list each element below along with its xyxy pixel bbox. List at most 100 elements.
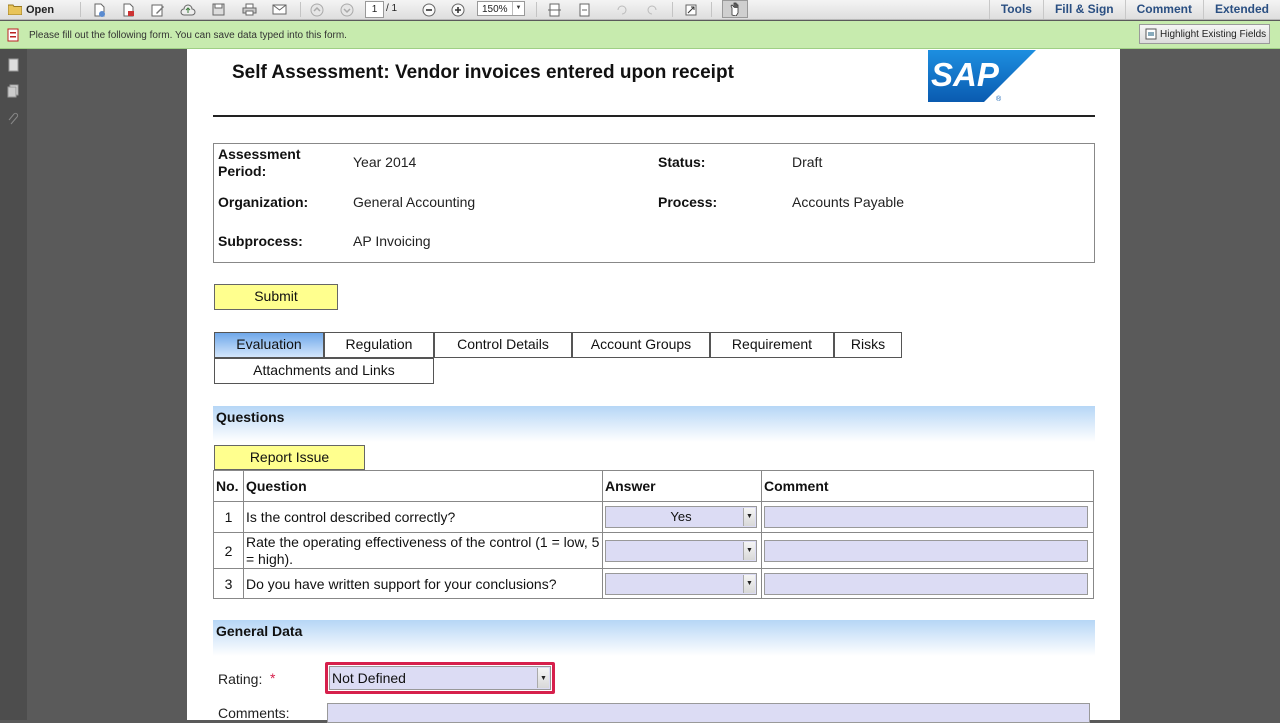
svg-text:SAP: SAP [931,56,1000,93]
next-page-icon[interactable] [337,0,357,19]
navigation-pane [0,49,27,720]
period-label-line1: Assessment [218,146,301,162]
submit-button[interactable]: Submit [214,284,338,310]
page-count: / 1 [386,3,398,14]
separator [672,2,673,17]
cloud-upload-icon[interactable] [178,0,198,19]
highlight-fields-button[interactable]: Highlight Existing Fields [1139,24,1270,44]
email-icon[interactable] [269,0,289,19]
process-value: Accounts Payable [792,194,905,210]
row-number: 3 [213,568,244,599]
rating-dropdown[interactable]: Not Defined ▼ [325,662,555,694]
create-icon[interactable] [90,0,108,19]
question-text: Is the control described correctly? [242,501,604,533]
question-text: Rate the operating effectiveness of the … [242,532,604,569]
rating-field: Not Defined ▼ [329,666,551,690]
comment-input[interactable] [763,506,1088,528]
column-header-question: Question [242,470,604,502]
table-header-row: No. Question Answer Comment [213,470,1095,502]
tab-attachments-links[interactable]: Attachments and Links [214,358,434,384]
status-value: Draft [792,154,823,170]
title-divider [213,115,1095,117]
questions-heading: Questions [216,409,285,425]
table-row: 3 Do you have written support for your c… [213,568,1095,599]
chevron-down-icon: ▼ [743,574,755,593]
column-header-comment: Comment [760,470,1095,502]
previous-page-icon[interactable] [307,0,327,19]
column-header-no: No. [213,470,244,502]
folder-icon [8,4,22,15]
zoom-out-icon[interactable] [419,0,439,19]
comment-link[interactable]: Comment [1124,0,1203,19]
column-header-answer: Answer [602,470,762,502]
highlight-icon [1145,28,1157,40]
tab-risks[interactable]: Risks [834,332,902,358]
save-icon[interactable] [209,0,227,19]
chevron-down-icon: ▼ [512,2,524,15]
organization-value: General Accounting [353,194,476,210]
period-label-line2: Period: [218,163,267,179]
row-number: 1 [213,501,244,533]
subprocess-label: Subprocess: [218,233,303,249]
rotate-left-icon[interactable] [612,0,632,19]
organization-label: Organization: [218,194,309,210]
fit-width-icon[interactable] [574,0,594,19]
answer-dropdown[interactable]: Yes ▼ [605,506,757,528]
edit-icon[interactable] [149,0,167,19]
attachment-icon[interactable] [7,112,20,126]
questions-table: No. Question Answer Comment 1 Is the con… [213,470,1095,599]
page-thumbnails-icon[interactable] [7,58,20,72]
pdf-icon[interactable] [119,0,137,19]
rating-value: Not Defined [332,670,406,686]
general-data-section-header: General Data [213,620,1095,656]
questions-section-header: Questions [213,406,1095,442]
comments-input[interactable] [327,703,1090,723]
tab-control-details[interactable]: Control Details [434,332,572,358]
notification-text: Please fill out the following form. You … [29,30,347,41]
process-label: Process: [658,194,718,210]
zoom-select[interactable]: 150% ▼ [477,1,525,16]
toolbar: Open 1 / 1 150% ▼ Tools Fill & Sign Comme… [0,0,1280,20]
hand-tool-icon[interactable] [722,0,748,18]
page-number-input[interactable]: 1 [365,1,384,18]
answer-value: Yes [670,509,692,524]
tab-evaluation[interactable]: Evaluation [214,332,324,358]
svg-text:®: ® [996,95,1002,102]
open-button[interactable]: Open [8,0,54,19]
comment-input[interactable] [763,539,1088,562]
bookmarks-icon[interactable] [7,84,20,98]
answer-dropdown[interactable]: ▼ [605,572,757,595]
zoom-in-icon[interactable] [448,0,468,19]
separator [80,2,81,17]
general-data-heading: General Data [216,623,303,639]
extended-link[interactable]: Extended [1202,0,1280,19]
form-icon [7,28,19,42]
answer-dropdown[interactable]: ▼ [605,539,757,562]
zoom-value: 150% [482,4,508,15]
chevron-down-icon: ▼ [743,508,755,526]
expand-icon[interactable] [681,0,701,19]
fit-page-icon[interactable] [544,0,564,19]
fill-sign-link[interactable]: Fill & Sign [1042,0,1125,19]
tools-link[interactable]: Tools [988,0,1043,19]
tab-account-groups[interactable]: Account Groups [572,332,710,358]
period-value: Year 2014 [353,154,417,170]
comment-input[interactable] [763,572,1088,595]
rotate-right-icon[interactable] [642,0,662,19]
table-row: 1 Is the control described correctly? Ye… [213,501,1095,533]
form-notification-bar: Please fill out the following form. You … [0,21,1280,49]
tab-requirement[interactable]: Requirement [710,332,834,358]
print-icon[interactable] [239,0,259,19]
separator [300,2,301,17]
page-title: Self Assessment: Vendor invoices entered… [232,62,734,83]
report-issue-button[interactable]: Report Issue [214,445,365,470]
status-label: Status: [658,154,706,170]
required-indicator: * [270,670,276,686]
sap-logo: SAP ® [928,50,1036,102]
tab-regulation[interactable]: Regulation [324,332,434,358]
assessment-info-box: Assessment Period: Year 2014 Status: Dra… [213,143,1095,263]
separator [711,2,712,17]
subprocess-value: AP Invoicing [353,233,431,249]
chevron-down-icon: ▼ [537,668,549,688]
rating-label: Rating: [218,671,263,687]
